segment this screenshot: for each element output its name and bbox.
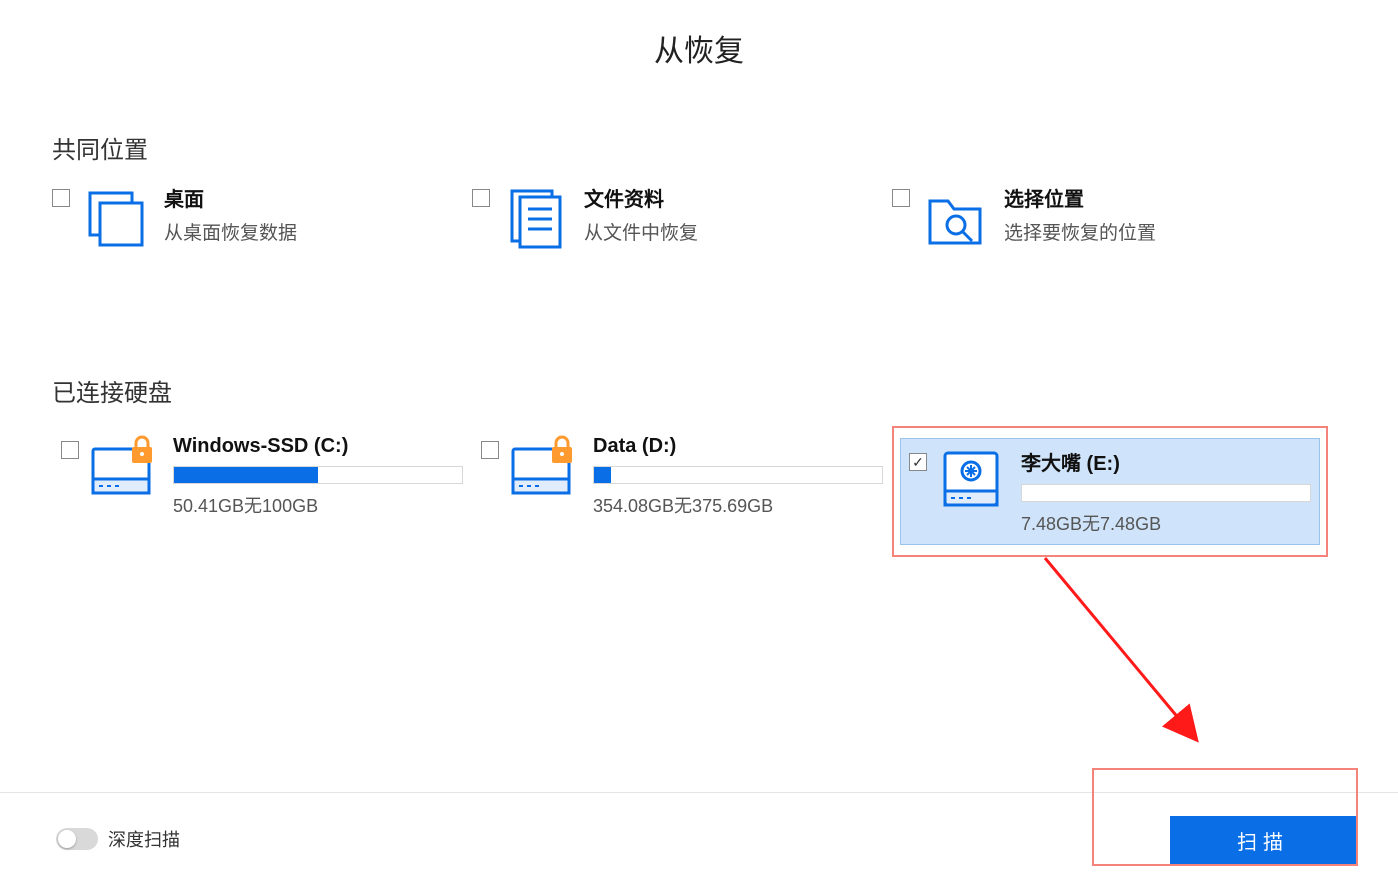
disk-size-text: 354.08GB无375.69GB — [593, 492, 883, 518]
disk-e[interactable]: ✓ 李大嘴 (E:) — [900, 438, 1320, 545]
disk-size-text: 50.41GB无100GB — [173, 492, 463, 518]
deep-scan-label: 深度扫描 — [108, 826, 180, 852]
deep-scan-toggle[interactable] — [56, 828, 98, 850]
connected-disks-heading: 已连接硬盘 — [52, 373, 1346, 408]
checkbox-choose[interactable] — [892, 189, 910, 207]
location-documents[interactable]: 文件资料 从文件中恢复 — [472, 183, 892, 253]
location-subtitle: 选择要恢复的位置 — [1004, 218, 1156, 245]
disk-usage-bar — [173, 466, 463, 484]
location-title: 桌面 — [164, 183, 297, 212]
disk-d[interactable]: Data (D:) 354.08GB无375.69GB — [472, 426, 892, 527]
location-title: 选择位置 — [1004, 183, 1156, 212]
location-subtitle: 从桌面恢复数据 — [164, 218, 297, 245]
location-subtitle: 从文件中恢复 — [584, 218, 698, 245]
usb-drive-icon — [937, 447, 1009, 513]
disk-name: Windows-SSD (C:) — [173, 435, 463, 458]
disk-name: Data (D:) — [593, 435, 883, 458]
highlight-box-disk-e: ✓ 李大嘴 (E:) — [892, 426, 1328, 557]
lock-icon — [547, 433, 577, 467]
disk-size-text: 7.48GB无7.48GB — [1021, 510, 1311, 536]
checkbox-disk-d[interactable] — [481, 441, 499, 459]
common-locations-heading: 共同位置 — [52, 130, 1346, 165]
annotation-arrow — [1035, 548, 1215, 758]
location-desktop[interactable]: 桌面 从桌面恢复数据 — [52, 183, 472, 253]
disk-usage-bar — [1021, 484, 1311, 502]
location-title: 文件资料 — [584, 183, 698, 212]
lock-icon — [127, 433, 157, 467]
checkbox-disk-c[interactable] — [61, 441, 79, 459]
hdd-icon — [89, 435, 161, 501]
checkbox-disk-e[interactable]: ✓ — [909, 453, 927, 471]
disk-usage-bar — [593, 466, 883, 484]
choose-location-icon — [920, 183, 990, 253]
location-choose[interactable]: 选择位置 选择要恢复的位置 — [892, 183, 1312, 253]
scan-button[interactable]: 扫描 — [1170, 816, 1356, 864]
documents-icon — [500, 183, 570, 253]
disk-name: 李大嘴 (E:) — [1021, 447, 1311, 476]
desktop-icon — [80, 183, 150, 253]
hdd-icon — [509, 435, 581, 501]
disk-c[interactable]: Windows-SSD (C:) 50.41GB无100GB — [52, 426, 472, 527]
checkbox-desktop[interactable] — [52, 189, 70, 207]
checkbox-documents[interactable] — [472, 189, 490, 207]
page-title: 从恢复 — [0, 0, 1398, 70]
